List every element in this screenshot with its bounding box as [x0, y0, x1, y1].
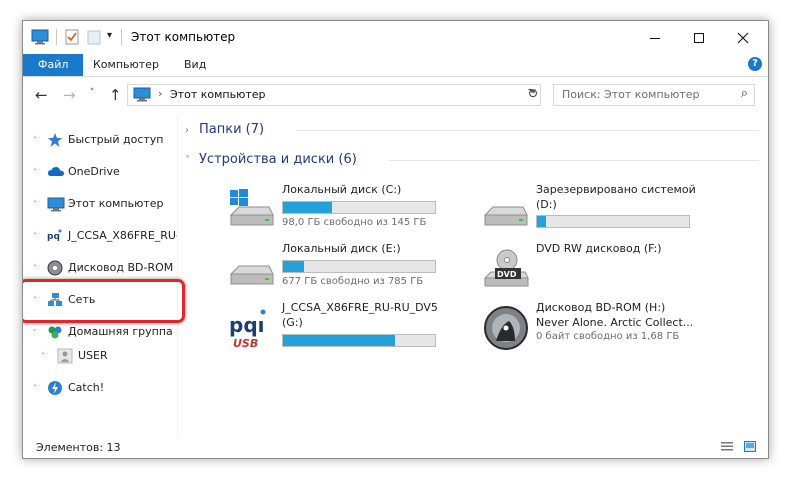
svg-text:USB: USB: [233, 337, 258, 350]
title-bar: ▾ Этот компьютер: [23, 21, 768, 54]
disc-icon: [47, 260, 63, 276]
tab-file[interactable]: Файл: [23, 54, 84, 76]
breadcrumb[interactable]: Этот компьютер: [170, 88, 266, 101]
group-header-folders[interactable]: › Папки (7): [185, 122, 264, 137]
dvd-drive-icon: DVD: [481, 246, 531, 290]
navigation-pane: › Быстрый доступ › OneDrive › Этот компь…: [23, 117, 185, 437]
navigation-bar: ← → ˅ ↑ › Этот компьютер ▾ ↻ Поиск: Этот…: [23, 77, 768, 113]
ribbon-tabs: Файл Компьютер Вид ?: [23, 54, 768, 77]
drive-item[interactable]: Локальный диск (E:) 677 ГБ свободно из 7…: [227, 242, 487, 296]
computer-icon: [47, 196, 65, 212]
search-input[interactable]: Поиск: Этот компьютер ⌕: [553, 84, 755, 106]
svg-text:DVD: DVD: [497, 270, 517, 279]
breadcrumb-separator[interactable]: ›: [158, 87, 162, 100]
drive-usage-bar: [282, 334, 436, 347]
nav-item-catch[interactable]: › Catch!: [23, 377, 177, 399]
tab-view[interactable]: Вид: [174, 54, 216, 76]
large-icons-view-icon[interactable]: [744, 441, 756, 452]
drive-name: J_CCSA_X86FRE_RU-RU_DV5: [282, 301, 438, 314]
drive-label: Never Alone. Arctic Collect...: [536, 316, 694, 329]
new-folder-icon[interactable]: [87, 29, 101, 48]
expand-arrow-icon[interactable]: ›: [33, 197, 37, 207]
drive-usage-bar: [282, 201, 436, 214]
nav-item-usb-drive[interactable]: › pq J_CCSA_X86FRE_RU-: [23, 225, 177, 247]
drive-letter: (D:): [536, 198, 557, 211]
help-icon[interactable]: ?: [748, 57, 762, 71]
expand-arrow-icon[interactable]: ›: [33, 229, 37, 239]
pqi-usb-icon: pqı USB: [227, 305, 277, 350]
drive-item[interactable]: Локальный диск (C:) 98,0 ГБ свободно из …: [227, 183, 487, 237]
nav-item-quick-access[interactable]: › Быстрый доступ: [23, 129, 177, 151]
search-placeholder: Поиск: Этот компьютер: [562, 88, 700, 101]
drive-free-space: 98,0 ГБ свободно из 145 ГБ: [282, 217, 427, 228]
drive-name: Дисковод BD-ROM (H:): [536, 301, 666, 314]
drive-item[interactable]: Зарезервировано системой (D:): [481, 183, 741, 237]
content-pane: › Папки (7) ˅ Устройства и диски (6) Локал…: [179, 117, 768, 437]
explorer-window: ▾ Этот компьютер Файл Компьютер Вид ? ← …: [22, 20, 769, 459]
expand-arrow-icon[interactable]: ›: [33, 261, 37, 271]
search-icon[interactable]: ⌕: [741, 86, 748, 101]
computer-icon: [133, 87, 151, 105]
close-button[interactable]: [721, 21, 765, 54]
back-button[interactable]: ←: [35, 86, 48, 104]
star-icon: [47, 132, 63, 148]
chevron-down-icon: ˅: [185, 155, 190, 166]
drive-item[interactable]: DVD DVD RW дисковод (F:): [481, 242, 741, 296]
homegroup-icon: [47, 324, 63, 340]
collapse-arrow-icon[interactable]: ›: [29, 328, 39, 332]
drive-free-space: 677 ГБ свободно из 785 ГБ: [282, 276, 424, 287]
cloud-icon: [47, 164, 64, 180]
status-bar: Элементов: 13: [23, 437, 768, 458]
computer-icon[interactable]: [31, 29, 49, 48]
drive-name: Локальный диск (E:): [282, 242, 401, 255]
usb-drive-icon: pq: [47, 228, 63, 244]
drive-name: Зарезервировано системой: [536, 183, 696, 196]
drive-letter: (G:): [282, 316, 303, 329]
details-view-icon[interactable]: [721, 441, 733, 452]
chevron-right-icon: ›: [185, 125, 189, 136]
expand-arrow-icon[interactable]: ›: [41, 349, 45, 359]
properties-icon[interactable]: [65, 29, 79, 48]
address-bar[interactable]: › Этот компьютер ▾: [127, 84, 541, 106]
drive-name: Локальный диск (C:): [282, 183, 402, 196]
nav-item-onedrive[interactable]: › OneDrive: [23, 161, 177, 183]
item-count: Элементов: 13: [36, 441, 121, 454]
refresh-icon[interactable]: ↻: [523, 84, 543, 106]
nav-item-this-pc[interactable]: › Этот компьютер: [23, 193, 177, 215]
window-title: Этот компьютер: [131, 30, 236, 44]
svg-text:pq: pq: [47, 232, 60, 242]
nav-item-user[interactable]: › USER: [23, 345, 177, 367]
highlight-annotation: [23, 279, 185, 323]
up-button[interactable]: ↑: [109, 86, 122, 104]
recent-locations-icon[interactable]: ˅: [90, 88, 95, 98]
drive-name: DVD RW дисковод (F:): [536, 242, 662, 255]
group-header-devices[interactable]: ˅ Устройства и диски (6): [185, 152, 357, 167]
nav-item-homegroup[interactable]: › Домашняя группа: [23, 321, 177, 343]
drive-item[interactable]: Дисковод BD-ROM (H:) Never Alone. Arctic…: [481, 301, 741, 355]
expand-arrow-icon[interactable]: ›: [33, 165, 37, 175]
drive-usage-bar: [282, 260, 436, 273]
drive-item[interactable]: pqı USB J_CCSA_X86FRE_RU-RU_DV5 (G:): [227, 301, 487, 355]
bd-disc-icon: [481, 305, 531, 350]
expand-arrow-icon[interactable]: ›: [33, 381, 37, 391]
quick-access-dropdown-icon[interactable]: ▾: [107, 30, 112, 41]
nav-item-bd-rom[interactable]: › Дисковод BD-ROM: [23, 257, 177, 279]
hard-drive-icon: [227, 246, 277, 290]
user-icon: [57, 348, 73, 364]
drive-usage-bar: [536, 215, 690, 228]
minimize-button[interactable]: [633, 21, 677, 54]
catch-icon: [47, 380, 63, 396]
svg-text:pqı: pqı: [229, 313, 265, 337]
forward-button[interactable]: →: [63, 86, 76, 104]
tab-computer[interactable]: Компьютер: [83, 54, 169, 76]
drive-free-space: 0 байт свободно из 1,68 ГБ: [536, 331, 680, 342]
expand-arrow-icon[interactable]: ›: [33, 133, 37, 143]
hard-drive-icon: [481, 187, 531, 231]
windows-drive-icon: [227, 187, 277, 231]
maximize-button[interactable]: [677, 21, 721, 54]
